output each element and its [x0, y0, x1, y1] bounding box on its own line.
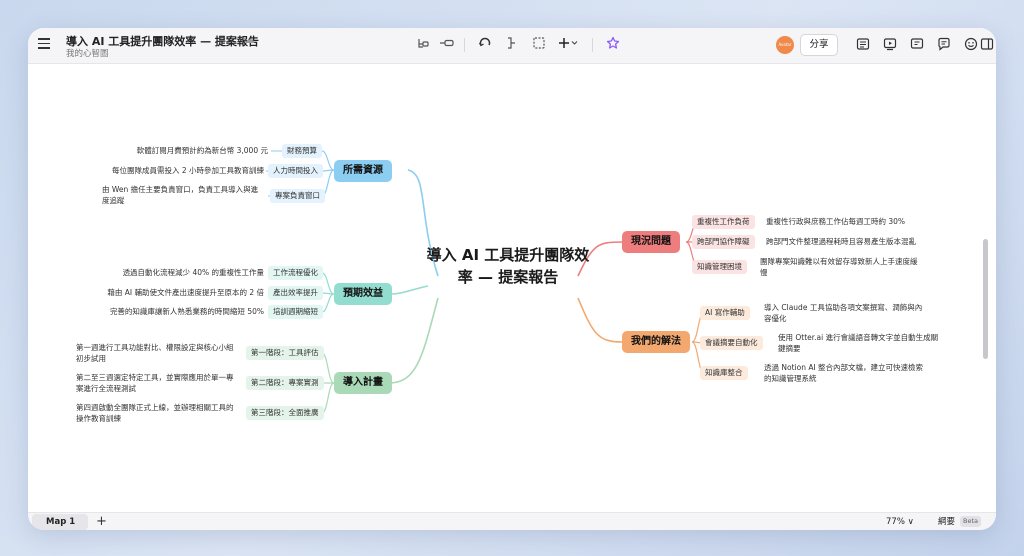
subtopic-phase-2[interactable]: 第二階段：專案實測	[246, 376, 324, 390]
leaf-output[interactable]: 藉由 AI 輔助使文件產出速度提升至原本的 2 倍	[58, 287, 264, 298]
leaf-owner[interactable]: 由 Wen 擔任主要負責窗口，負責工具導入與進 度追蹤	[102, 184, 266, 206]
ai-sparkle-icon[interactable]	[604, 36, 622, 54]
leaf-meeting-summary[interactable]: 使用 Otter.ai 進行會議語音轉文字並自動生成關 鍵摘要	[778, 332, 968, 354]
subtopic-owner[interactable]: 專案負責窗口	[270, 189, 325, 203]
topic-icon[interactable]	[438, 36, 456, 54]
branch-resources[interactable]: 所需資源	[334, 160, 392, 182]
branch-problems[interactable]: 現況問題	[622, 231, 680, 253]
subtopic-repetitive-work[interactable]: 重複性工作負荷	[692, 215, 755, 229]
subtopic-workflow[interactable]: 工作流程優化	[268, 266, 323, 280]
comment-icon[interactable]	[937, 37, 951, 51]
leaf-ai-writing[interactable]: 導入 Claude 工具協助各項文案撰寫、潤飾與內 容優化	[764, 302, 964, 324]
subtopic-ai-writing[interactable]: AI 寫作輔助	[700, 306, 750, 320]
subtopic-collaboration[interactable]: 跨部門協作障礙	[692, 235, 755, 249]
leaf-phase-2[interactable]: 第二至三週選定特定工具，並實際應用於單一專 案進行全流程測試	[76, 372, 244, 394]
boundary-icon[interactable]	[502, 36, 520, 54]
leaf-phase-3-line: 第四週啟動全團隊正式上線，並辦理相關工具的	[76, 403, 234, 412]
leaf-owner-line: 由 Wen 擔任主要負責窗口，負責工具導入與進	[102, 185, 259, 194]
branch-solutions[interactable]: 我們的解法	[622, 331, 690, 353]
link-solutions	[577, 297, 623, 343]
leaf-phase-3-line: 操作教育訓練	[76, 414, 121, 423]
leaf-phase-3[interactable]: 第四週啟動全團隊正式上線，並辦理相關工具的 操作教育訓練	[76, 402, 244, 424]
leaf-training[interactable]: 完善的知識庫讓新人熟悉業務的時間縮短 50%	[58, 306, 264, 317]
subtopic-knowledge-base[interactable]: 知識庫整合	[700, 366, 748, 380]
leaf-phase-1[interactable]: 第一週進行工具功能對比、權限設定與核心小組 初步試用	[76, 342, 244, 364]
menu-icon[interactable]	[38, 38, 50, 50]
leaf-phase-2-line: 案進行全流程測試	[76, 384, 136, 393]
summary-icon[interactable]	[530, 36, 548, 54]
subtopic-phase-3[interactable]: 第三階段：全面推廣	[246, 406, 324, 420]
leaf-repetitive-work[interactable]: 重複性行政與庶務工作佔每週工時約 30%	[766, 216, 966, 227]
branch-plan[interactable]: 導入計畫	[334, 372, 392, 394]
leaf-phase-1-line: 初步試用	[76, 354, 106, 363]
cloud-sync-icon: ☁	[244, 33, 255, 46]
app-window: 導入 AI 工具提升團隊效率 — 提案報告 ☁ 我的心智圖 Avatar 分享	[28, 28, 996, 530]
leaf-workflow[interactable]: 透過自動化流程減少 40% 的重複性工作量	[68, 267, 264, 278]
leaf-budget[interactable]: 軟體訂閱月費預計約為新台幣 3,000 元	[108, 145, 268, 156]
branch-benefits[interactable]: 預期效益	[334, 283, 392, 305]
zoom-control[interactable]: 77% ∨	[886, 515, 914, 529]
document-location[interactable]: 我的心智圖	[66, 47, 109, 59]
sheet-tab-map-1[interactable]: Map 1	[32, 514, 88, 530]
subtopic-phase-1[interactable]: 第一階段：工具評估	[246, 346, 324, 360]
top-bar: 導入 AI 工具提升團隊效率 — 提案報告 ☁ 我的心智圖 Avatar 分享	[28, 28, 996, 64]
leaf-knowledge-base[interactable]: 透過 Notion AI 整合內部文檔，建立可快速檢索 的知識管理系統	[764, 362, 964, 384]
outline-button[interactable]: 綱要	[938, 515, 955, 529]
toolbar-separator	[592, 38, 593, 52]
leaf-knowledge-line: 慢	[760, 268, 768, 277]
sidebar-toggle-icon[interactable]	[980, 37, 994, 51]
leaf-knowledge[interactable]: 團隊專案知識難以有效留存導致新人上手速度緩 慢	[760, 256, 960, 278]
subtopic-output[interactable]: 產出效率提升	[268, 286, 323, 300]
leaf-ai-writing-line: 容優化	[764, 314, 787, 323]
format-panel-icon[interactable]	[856, 37, 870, 51]
emoji-icon[interactable]	[964, 37, 978, 51]
subtopic-knowledge[interactable]: 知識管理困境	[692, 260, 747, 274]
toolbar-separator	[464, 38, 465, 52]
mindmap-canvas[interactable]: 導入 AI 工具提升團隊效率 — 提案報告 所需資源 財務預算 軟體訂閱月費預計…	[28, 64, 996, 512]
vertical-scrollbar[interactable]	[983, 239, 988, 359]
link-plan	[389, 297, 439, 384]
presentation-icon[interactable]	[883, 37, 897, 51]
avatar[interactable]: Avatar	[776, 36, 794, 54]
leaf-meeting-summary-line: 鍵摘要	[778, 344, 801, 353]
notes-icon[interactable]	[910, 37, 924, 51]
subtopic-training[interactable]: 培訓週期縮短	[268, 305, 323, 319]
bottom-bar: Map 1 + 77% ∨ 綱要 Beta	[28, 512, 996, 530]
leaf-knowledge-base-line: 透過 Notion AI 整合內部文檔，建立可快速檢索	[764, 363, 924, 372]
leaf-phase-1-line: 第一週進行工具功能對比、權限設定與核心小組	[76, 343, 234, 352]
subtopic-budget[interactable]: 財務預算	[282, 144, 322, 158]
subtopic-meeting-summary[interactable]: 會議摘要自動化	[700, 336, 763, 350]
subtopic-icon[interactable]	[414, 36, 432, 54]
leaf-collaboration[interactable]: 跨部門文件整理過程耗時且容易產生版本混亂	[766, 236, 976, 247]
undo-icon[interactable]	[476, 36, 494, 54]
subtopic-manpower[interactable]: 人力時間投入	[268, 164, 323, 178]
leaf-phase-2-line: 第二至三週選定特定工具，並實際應用於單一專	[76, 373, 234, 382]
insert-icon[interactable]	[558, 36, 580, 54]
share-button[interactable]: 分享	[800, 34, 838, 56]
leaf-meeting-summary-line: 使用 Otter.ai 進行會議語音轉文字並自動生成關	[778, 333, 939, 342]
beta-badge: Beta	[960, 516, 981, 527]
add-sheet-button[interactable]: +	[96, 513, 107, 530]
leaf-knowledge-base-line: 的知識管理系統	[764, 374, 817, 383]
leaf-manpower[interactable]: 每位團隊成員需投入 2 小時參加工具教育訓練	[68, 165, 264, 176]
central-topic[interactable]: 導入 AI 工具提升團隊效率 — 提案報告	[423, 244, 593, 288]
leaf-knowledge-line: 團隊專案知識難以有效留存導致新人上手速度緩	[760, 257, 918, 266]
leaf-owner-line: 度追蹤	[102, 196, 125, 205]
leaf-ai-writing-line: 導入 Claude 工具協助各項文案撰寫、潤飾與內	[764, 303, 923, 312]
